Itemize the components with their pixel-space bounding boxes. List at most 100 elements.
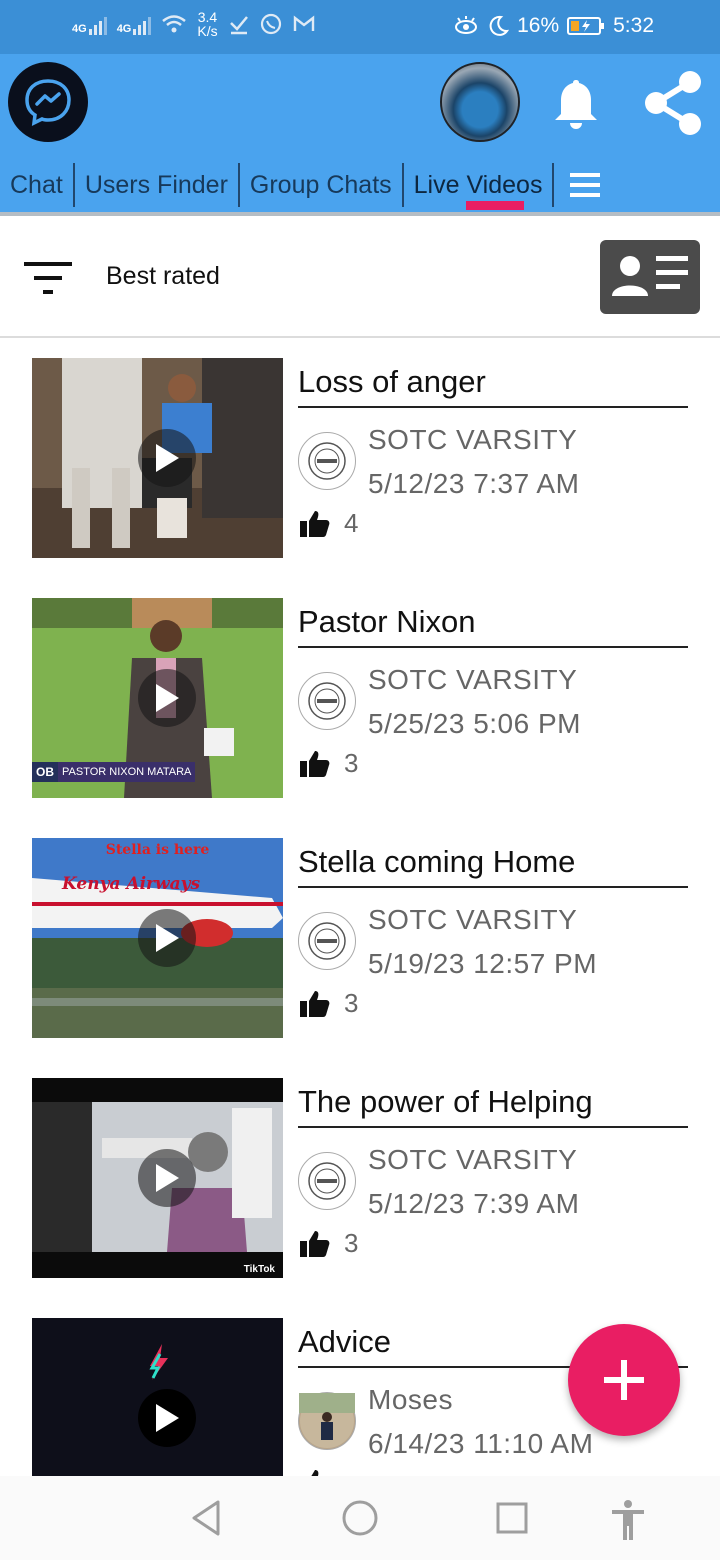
active-tab-indicator: [466, 201, 524, 210]
video-thumbnail[interactable]: OB PASTOR NIXON MATARA: [32, 598, 283, 798]
profile-avatar[interactable]: [440, 62, 520, 142]
play-button[interactable]: [138, 1149, 196, 1207]
battery-icon: [567, 17, 605, 35]
status-left: 4G 4G 3.4 K/s: [72, 10, 316, 38]
thumbs-up-icon: [300, 990, 330, 1017]
like-count[interactable]: 3: [298, 1228, 358, 1259]
play-button[interactable]: [138, 429, 196, 487]
status-bar: 4G 4G 3.4 K/s 16% 5:32: [0, 0, 720, 54]
person-photo-icon: [299, 1393, 355, 1448]
video-thumbnail[interactable]: Stella is here Kenya Airways: [32, 838, 283, 1038]
network-label-1: 4G: [72, 23, 87, 35]
play-icon: [156, 444, 179, 472]
tiktok-watermark: TikTok: [243, 1264, 275, 1275]
filter-icon[interactable]: [24, 260, 72, 296]
like-count[interactable]: 3: [298, 748, 358, 779]
author-avatar[interactable]: [298, 432, 356, 490]
speed-value: 3.4: [197, 9, 218, 25]
tab-users-finder[interactable]: Users Finder: [75, 163, 240, 207]
video-title[interactable]: Stella coming Home: [298, 844, 688, 888]
sort-label[interactable]: Best rated: [106, 262, 220, 291]
sotc-logo-icon: [308, 922, 346, 960]
video-title[interactable]: The power of Helping: [298, 1084, 688, 1128]
like-count-value: 3: [344, 748, 359, 778]
play-icon: [156, 1404, 179, 1432]
signal-icon: [133, 13, 152, 35]
accessibility-icon[interactable]: [608, 1498, 648, 1542]
list-item[interactable]: Loss of anger SOTC VARSITY 5/12/23 7:37 …: [0, 338, 720, 578]
author-avatar[interactable]: [298, 672, 356, 730]
list-item[interactable]: TikTok The power of Helping SOTC VARSITY…: [0, 1058, 720, 1298]
video-date: 6/14/23 11:10 AM: [368, 1428, 594, 1459]
system-nav-bar: [0, 1476, 720, 1560]
home-icon[interactable]: [340, 1498, 380, 1538]
signal-2: 4G: [117, 13, 152, 35]
author-avatar[interactable]: [298, 1392, 356, 1450]
video-date: 5/19/23 12:57 PM: [368, 948, 598, 979]
contact-card-button[interactable]: [600, 240, 700, 314]
author-avatar[interactable]: [298, 1152, 356, 1210]
video-title[interactable]: Loss of anger: [298, 364, 688, 408]
airline-livery: Kenya Airways: [62, 874, 201, 894]
author-name: SOTC VARSITY: [368, 1144, 578, 1175]
filter-bar: Best rated: [0, 216, 720, 338]
signal-1: 4G: [72, 13, 107, 35]
signal-icon: [88, 13, 107, 35]
thumbnail-overlay-text: Stella is here: [105, 842, 210, 858]
thumbs-up-icon: [300, 1230, 330, 1257]
app-logo[interactable]: [8, 62, 88, 142]
video-date: 5/12/23 7:37 AM: [368, 468, 580, 499]
play-button[interactable]: [138, 909, 196, 967]
video-title[interactable]: Pastor Nixon: [298, 604, 688, 648]
whatsapp-icon: [260, 13, 281, 35]
play-icon: [156, 1164, 179, 1192]
messenger-icon: [25, 79, 71, 127]
network-label-2: 4G: [116, 23, 132, 35]
tab-group-chats[interactable]: Group Chats: [240, 163, 404, 207]
like-count[interactable]: 3: [298, 988, 358, 1019]
tab-chat[interactable]: Chat: [0, 163, 75, 207]
like-count-value: 3: [344, 988, 359, 1018]
network-speed: 3.4 K/s: [197, 10, 217, 38]
add-video-button[interactable]: [568, 1324, 680, 1436]
list-item[interactable]: Stella is here Kenya Airways Stella comi…: [0, 818, 720, 1058]
author-name: SOTC VARSITY: [368, 424, 578, 455]
video-thumbnail[interactable]: [32, 1318, 283, 1476]
like-count[interactable]: [298, 1468, 344, 1476]
recents-icon[interactable]: [494, 1498, 530, 1538]
thumbs-up-icon: [311, 1470, 319, 1476]
play-icon: [156, 684, 179, 712]
video-date: 5/12/23 7:39 AM: [368, 1188, 580, 1219]
tab-menu[interactable]: [554, 163, 616, 207]
add-icon: [604, 1360, 644, 1400]
thumbs-up-icon: [300, 510, 330, 537]
caption-left: OB: [32, 762, 58, 782]
like-count[interactable]: 4: [298, 508, 358, 539]
wifi-icon: [162, 15, 187, 33]
author-name: SOTC VARSITY: [368, 664, 578, 695]
battery-percent: 16%: [517, 14, 560, 37]
clock: 5:32: [613, 14, 654, 37]
eye-comfort-icon: [455, 16, 478, 34]
author-name: SOTC VARSITY: [368, 904, 578, 935]
like-count-value: 3: [344, 1228, 359, 1258]
menu-icon: [570, 173, 601, 197]
video-thumbnail[interactable]: [32, 358, 283, 558]
like-count-value: 4: [344, 508, 359, 538]
play-button[interactable]: [138, 1389, 196, 1447]
play-button[interactable]: [138, 669, 196, 727]
download-done-icon: [229, 16, 248, 35]
status-right: 16% 5:32: [453, 14, 654, 38]
back-icon[interactable]: [188, 1498, 224, 1538]
caption-right: PASTOR NIXON MATARA: [58, 762, 196, 782]
sotc-logo-icon: [308, 1162, 346, 1200]
app-bar: Chat Users Finder Group Chats Live Video…: [0, 54, 720, 212]
video-thumbnail[interactable]: TikTok: [32, 1078, 283, 1278]
share-icon[interactable]: [638, 68, 708, 138]
video-list: Loss of anger SOTC VARSITY 5/12/23 7:37 …: [0, 338, 720, 1476]
thumbs-up-icon: [300, 750, 330, 777]
list-item[interactable]: OB PASTOR NIXON MATARA Pastor Nixon SOTC…: [0, 578, 720, 818]
author-avatar[interactable]: [298, 912, 356, 970]
sotc-logo-icon: [308, 682, 346, 720]
bell-icon[interactable]: [548, 76, 604, 132]
